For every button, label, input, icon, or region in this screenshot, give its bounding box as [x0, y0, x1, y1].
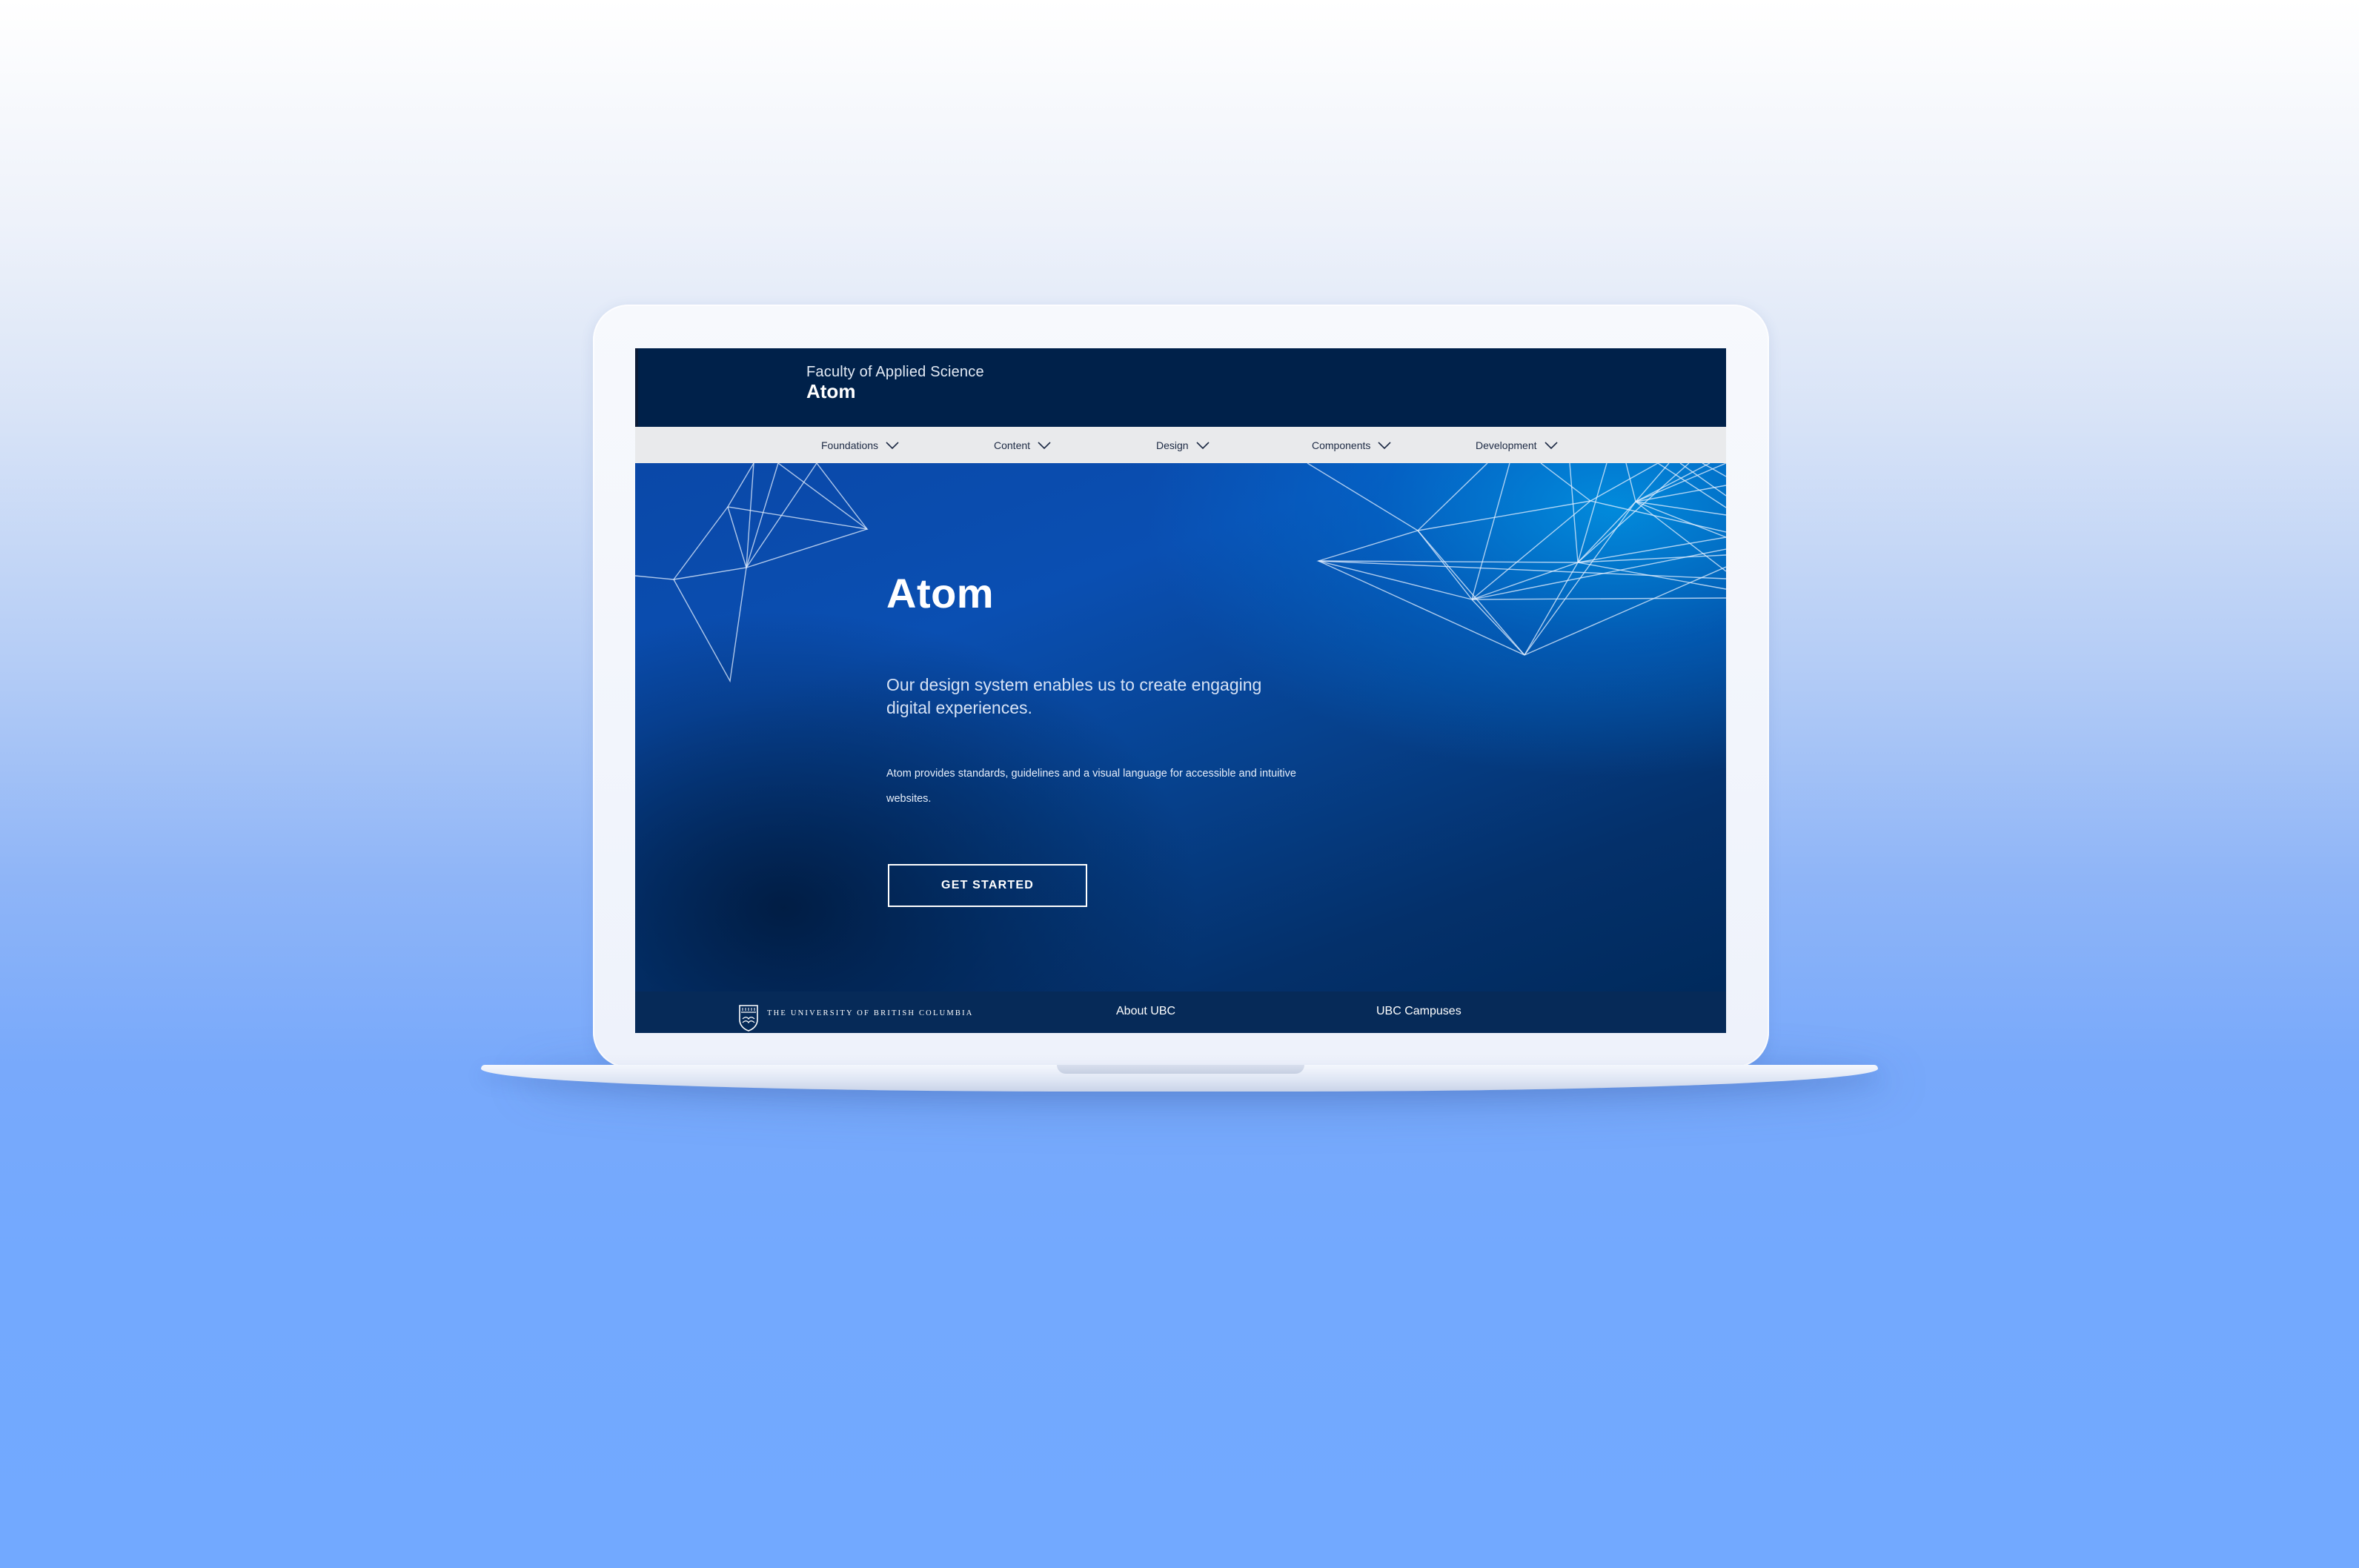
nav-item-content[interactable]: Content [994, 427, 1051, 463]
hero-body: Atom provides standards, guidelines and … [886, 768, 1296, 805]
footer-link-about-ubc[interactable]: About UBC [1116, 1005, 1175, 1018]
laptop-screen: Faculty of Applied Science Atom Foundati… [635, 348, 1726, 1033]
hero-title: Atom [886, 570, 995, 617]
chevron-down-icon [1544, 441, 1558, 449]
university-name: THE UNIVERSITY OF BRITISH COLUMBIA [767, 1009, 974, 1017]
nav-item-development[interactable]: Development [1476, 427, 1558, 463]
chevron-down-icon [886, 441, 899, 449]
ubc-crest-icon [739, 1005, 758, 1032]
site-footer: THE UNIVERSITY OF BRITISH COLUMBIA About… [635, 991, 1726, 1033]
nav-item-foundations[interactable]: Foundations [821, 427, 899, 463]
main-nav: Foundations Content Design Components De… [635, 427, 1726, 463]
site-header: Faculty of Applied Science Atom [635, 348, 1726, 427]
nav-item-design[interactable]: Design [1156, 427, 1210, 463]
chevron-down-icon [1038, 441, 1051, 449]
network-lines-decoration [635, 463, 1726, 683]
hero-lead: Our design system enables us to create e… [886, 675, 1262, 717]
faculty-name: Faculty of Applied Science [806, 364, 984, 380]
nav-item-label: Content [994, 439, 1031, 451]
get-started-button[interactable]: GET STARTED [888, 864, 1087, 907]
chevron-down-icon [1378, 441, 1391, 449]
laptop-notch [1057, 1065, 1304, 1074]
site-title[interactable]: Atom [806, 380, 855, 403]
nav-item-label: Design [1156, 439, 1189, 451]
nav-item-components[interactable]: Components [1312, 427, 1391, 463]
ubc-logo[interactable]: THE UNIVERSITY OF BRITISH COLUMBIA [739, 1005, 974, 1032]
nav-item-label: Components [1312, 439, 1371, 451]
nav-item-label: Foundations [821, 439, 879, 451]
hero-section: Atom Our design system enables us to cre… [635, 463, 1726, 991]
nav-item-label: Development [1476, 439, 1537, 451]
footer-link-ubc-campuses[interactable]: UBC Campuses [1376, 1005, 1461, 1018]
chevron-down-icon [1196, 441, 1210, 449]
